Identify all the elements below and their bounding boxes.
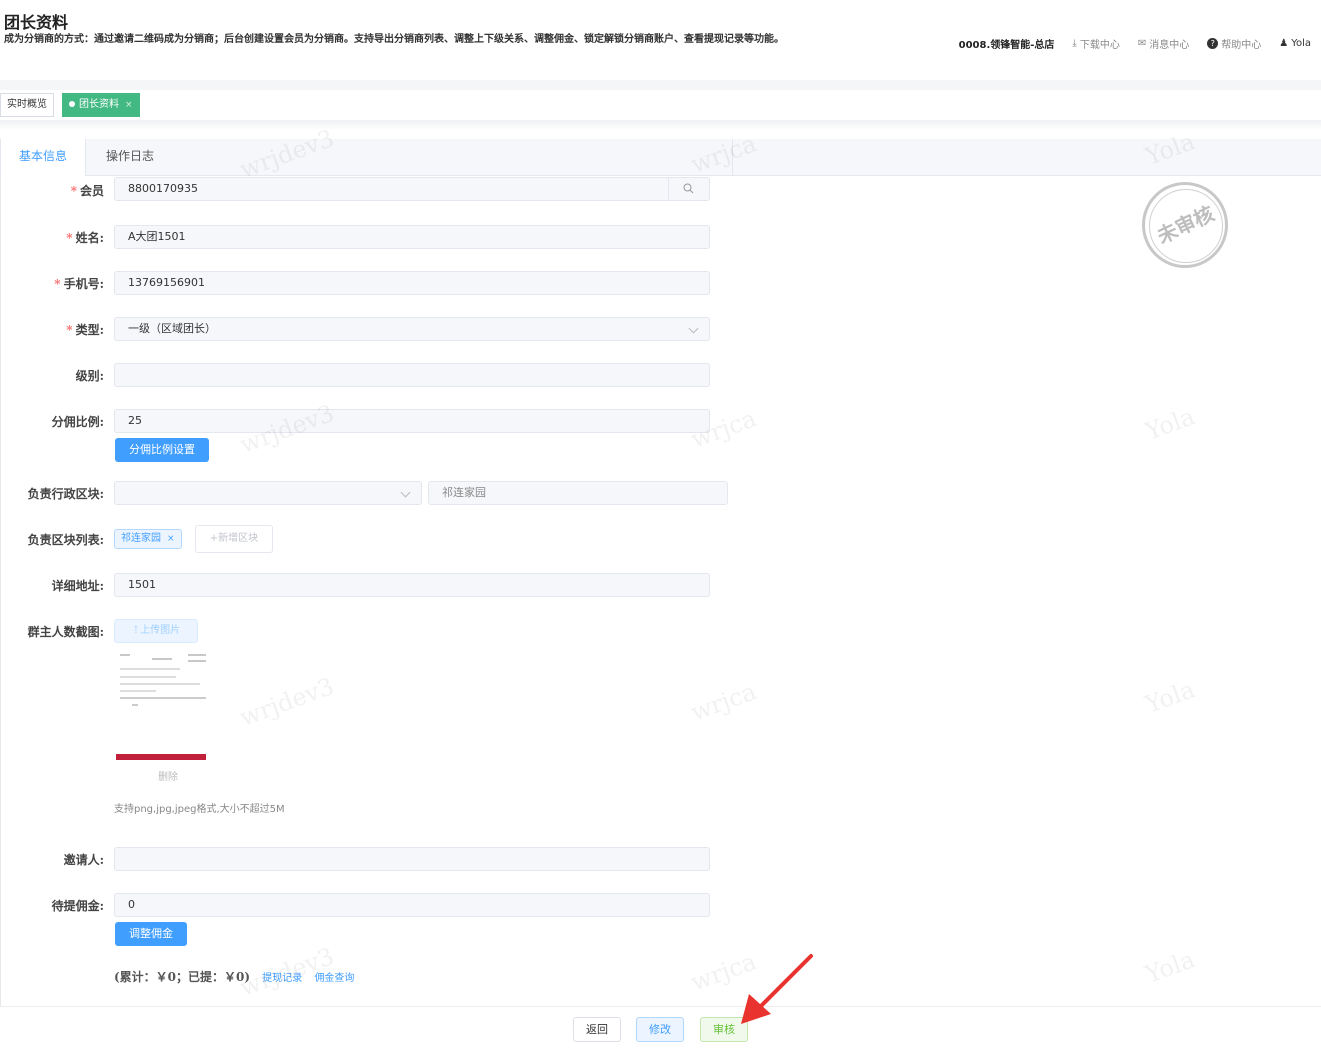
page-tab-label: 团长资料 <box>79 99 119 110</box>
help-center-link[interactable]: ? 帮助中心 <box>1207 36 1261 51</box>
phone-input[interactable]: 13769156901 <box>114 271 710 295</box>
commission-summary: (累计：￥0；已提：￥0) 提现记录 佣金查询 <box>114 968 354 985</box>
upload-label: 上传图片 <box>140 625 181 636</box>
delete-image-link[interactable]: 删除 <box>158 768 178 783</box>
upload-icon: ⇡ <box>131 625 141 636</box>
search-icon <box>683 183 694 194</box>
close-icon[interactable]: × <box>167 534 175 544</box>
commission-query-link[interactable]: 佣金查询 <box>314 973 354 984</box>
watermark: Yola <box>1141 945 1199 989</box>
pending-commission-label: 待提佣金: <box>51 899 104 913</box>
type-label: * 类型: <box>66 323 104 337</box>
member-search-button[interactable] <box>668 178 709 200</box>
help-icon: ? <box>1207 38 1219 49</box>
block-select[interactable]: 祁连家园 <box>428 481 728 505</box>
upload-image-button[interactable]: ⇡上传图片 <box>114 619 198 643</box>
address-input[interactable]: 1501 <box>114 573 710 597</box>
message-center-link[interactable]: ✉ 消息中心 <box>1138 36 1189 51</box>
watermark: Yola <box>1141 675 1199 719</box>
thumbnail-red-bar <box>116 754 206 760</box>
page-tab-overview[interactable]: 实时概览 <box>0 93 54 117</box>
edit-button[interactable]: 修改 <box>636 1017 684 1042</box>
header-divider <box>0 80 1321 90</box>
withdraw-records-link[interactable]: 提现记录 <box>262 973 302 984</box>
chevron-down-icon <box>688 323 699 334</box>
top-bar: 0008.领锋智能-总店 ⤓ 下载中心 ✉ 消息中心 ? 帮助中心 ♟ Yola <box>959 36 1311 51</box>
user-icon: ♟ <box>1279 38 1289 49</box>
chevron-down-icon <box>400 487 411 498</box>
name-label: * 姓名: <box>66 231 104 245</box>
back-button[interactable]: 返回 <box>573 1017 621 1042</box>
member-value: 8800170935 <box>128 182 198 195</box>
block-tag: 祁连家园 × <box>114 529 182 549</box>
upload-hint: 支持png,jpg,jpeg格式,大小不超过5M <box>114 804 285 815</box>
page-tab-label: 实时概览 <box>7 99 47 110</box>
annotation-arrow-icon <box>741 954 813 1024</box>
watermark: Yola <box>1141 402 1199 446</box>
commission-ratio-settings-button[interactable]: 分佣比例设置 <box>115 438 209 462</box>
store-name[interactable]: 0008.领锋智能-总店 <box>959 36 1055 51</box>
active-dot-icon <box>69 101 75 107</box>
inviter-label: 邀请人: <box>63 853 104 867</box>
address-label: 详细地址: <box>51 579 104 593</box>
page-tabs-bar: 实时概览 团长资料 × <box>0 90 1321 121</box>
download-center-label: 下载中心 <box>1079 40 1120 51</box>
block-list-label: 负责区块列表: <box>27 533 104 547</box>
type-select[interactable]: 一级（区域团长） <box>114 317 710 341</box>
inviter-input[interactable] <box>114 847 710 871</box>
tabs-shadow <box>0 120 1321 130</box>
page-tab-leader-profile[interactable]: 团长资料 × <box>62 93 140 117</box>
group-screenshot-label: 群主人数截图: <box>27 625 104 639</box>
page-title: 团长资料 <box>4 13 69 32</box>
block-tag-label: 祁连家园 <box>121 533 161 544</box>
phone-label: * 手机号: <box>54 277 104 291</box>
adjust-commission-button[interactable]: 调整佣金 <box>115 922 187 946</box>
close-icon[interactable]: × <box>125 100 133 110</box>
commission-summary-text: (累计：￥0；已提：￥0) <box>114 970 251 984</box>
member-label: * 会员 <box>70 184 104 198</box>
region-label: 负责行政区块: <box>27 487 104 501</box>
message-center-label: 消息中心 <box>1149 40 1190 51</box>
mail-icon: ✉ <box>1137 38 1147 49</box>
screenshot-thumbnail[interactable] <box>116 648 208 760</box>
form-tabs: 基本信息 操作日志 <box>0 139 1321 176</box>
download-center-link[interactable]: ⤓ 下载中心 <box>1072 36 1119 51</box>
help-center-label: 帮助中心 <box>1221 40 1262 51</box>
commission-ratio-input[interactable]: 25 <box>114 409 710 433</box>
tab-basic-info[interactable]: 基本信息 <box>0 139 87 176</box>
page-description: 成为分销商的方式：通过邀请二维码成为分销商；后台创建设置会员为分销商。支持导出分… <box>4 34 784 45</box>
region-select[interactable] <box>114 481 422 505</box>
type-value: 一级（区域团长） <box>128 322 216 335</box>
add-block-button[interactable]: +新增区块 <box>195 525 273 553</box>
member-search-input[interactable]: 8800170935 <box>114 177 710 201</box>
unreviewed-stamp: 未审核 <box>1142 182 1228 268</box>
user-name: Yola <box>1291 38 1311 49</box>
footer-divider <box>0 1006 1321 1007</box>
level-label: 级别: <box>75 369 104 383</box>
pending-commission-input[interactable]: 0 <box>114 893 710 917</box>
tab-operation-log[interactable]: 操作日志 <box>88 139 172 175</box>
level-input[interactable] <box>114 363 710 387</box>
download-icon: ⤓ <box>1072 38 1077 49</box>
commission-ratio-label: 分佣比例: <box>51 415 104 429</box>
tab-edge <box>732 139 733 176</box>
name-input[interactable]: A大团1501 <box>114 225 710 249</box>
user-menu[interactable]: ♟ Yola <box>1279 38 1311 49</box>
